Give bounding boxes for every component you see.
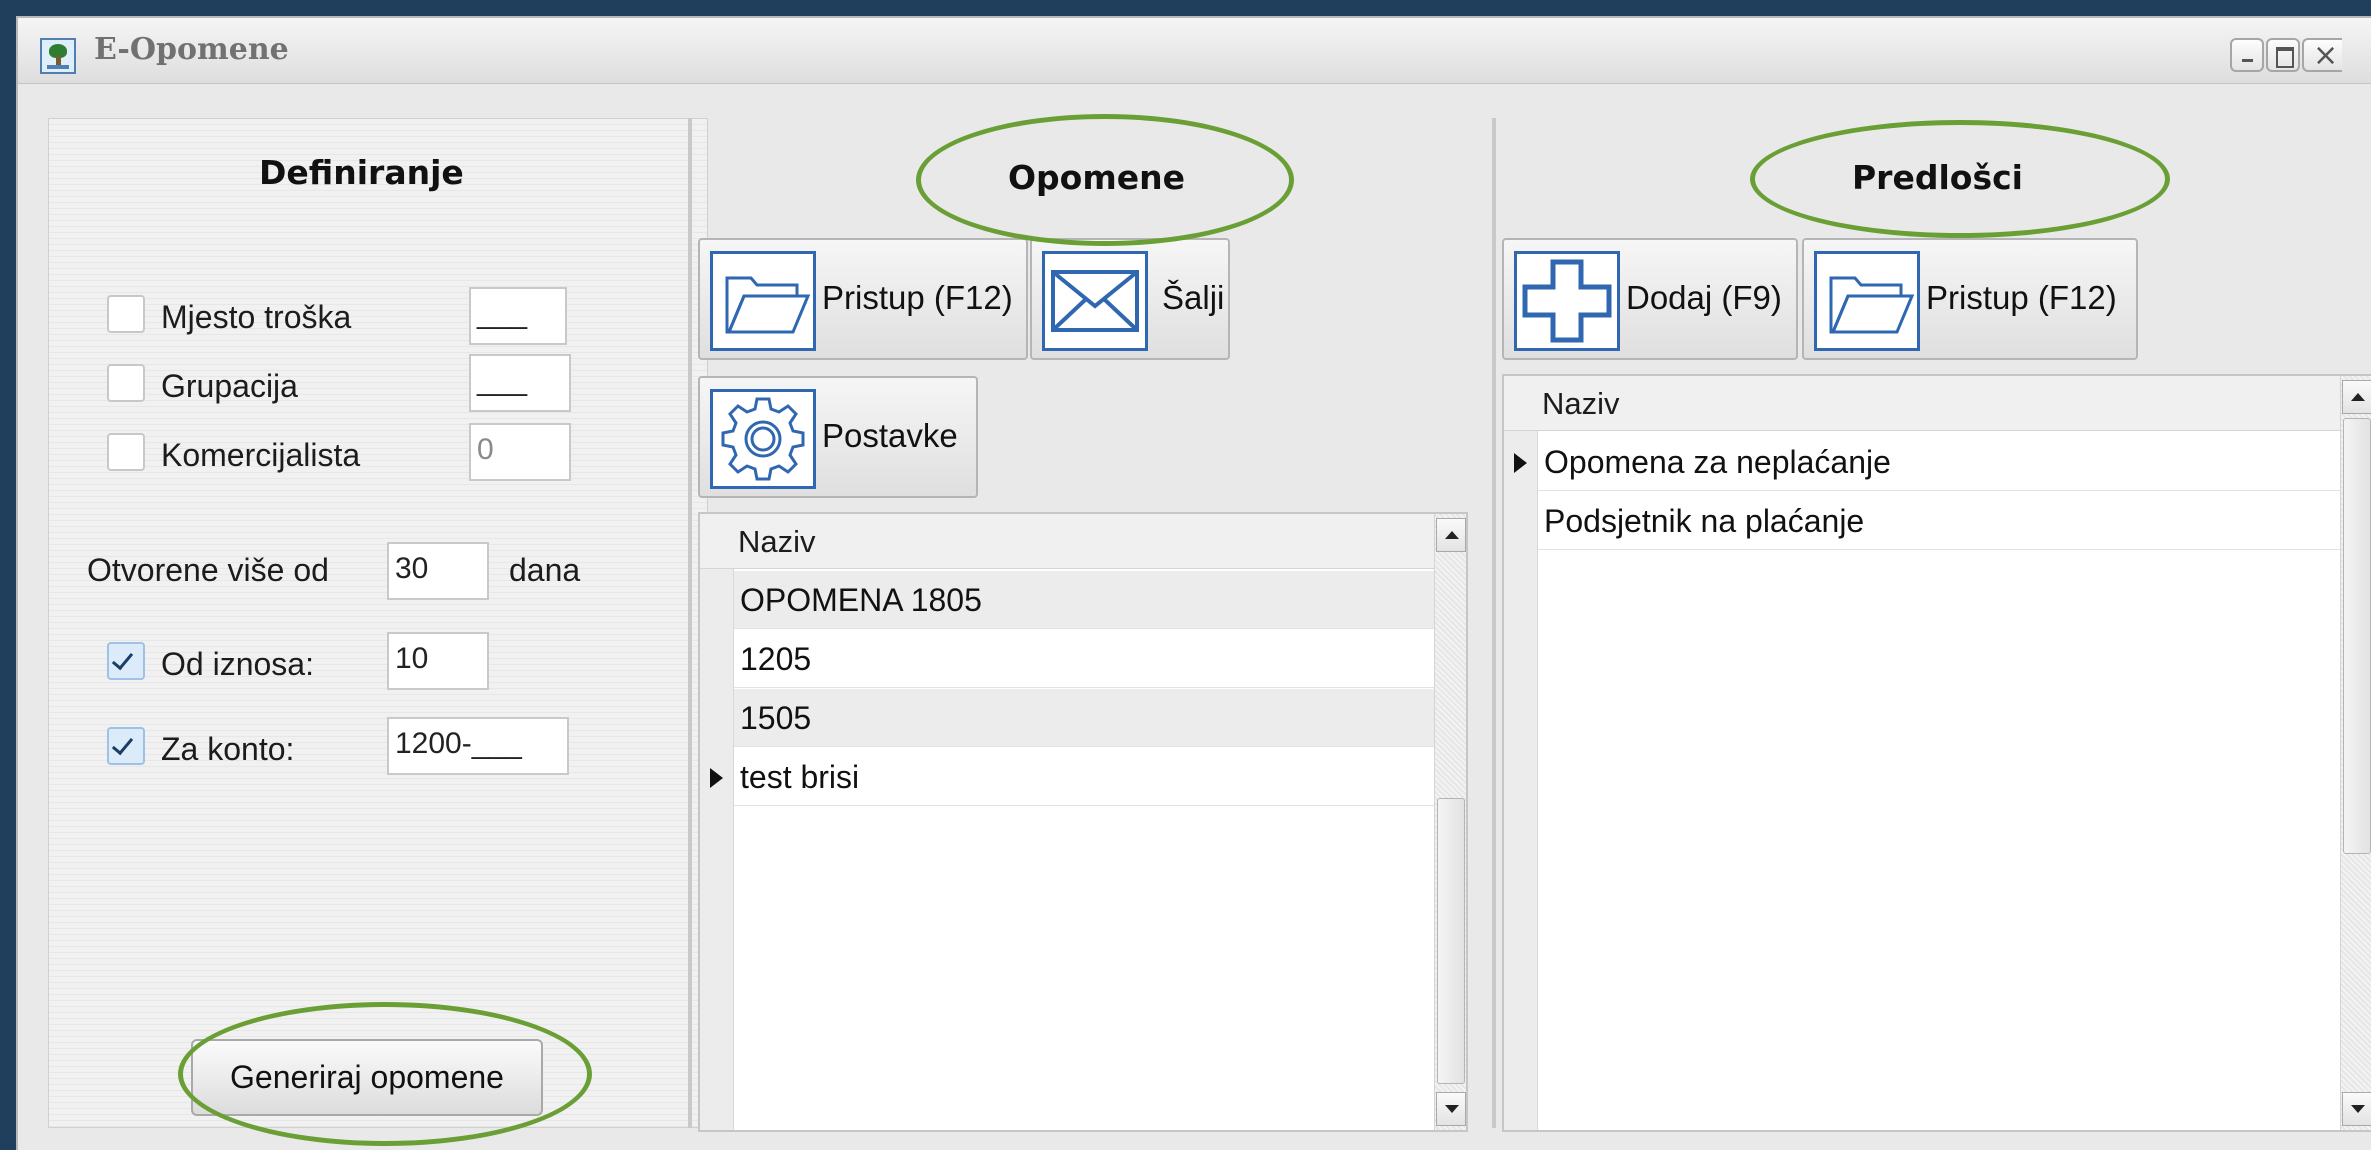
from-amount-label: Od iznosa: [161, 646, 314, 682]
opomene-access-button[interactable]: Pristup (F12) [698, 238, 1028, 360]
folder-icon [1814, 251, 1920, 351]
scroll-up-icon[interactable] [1436, 518, 1466, 552]
for-account-label: Za konto: [161, 731, 295, 767]
row-indicator-column [700, 569, 734, 1130]
from-amount-input[interactable]: 10 [387, 632, 489, 690]
predlosci-scrollbar[interactable] [2340, 376, 2371, 1130]
scroll-up-icon[interactable] [2342, 380, 2371, 414]
add-template-label: Dodaj (F9) [1626, 279, 1782, 316]
scroll-down-icon[interactable] [2342, 1092, 2371, 1126]
komercijalista-checkbox[interactable] [107, 433, 145, 471]
close-icon[interactable] [2302, 38, 2342, 73]
minimize-icon[interactable] [2230, 38, 2264, 72]
scroll-thumb[interactable] [2343, 418, 2371, 854]
grupacija-label: Grupacija [161, 368, 298, 404]
predlosci-grid[interactable]: Naziv Opomena za neplaćanje Podsjetnik n… [1502, 374, 2371, 1132]
table-row[interactable]: test brisi [734, 748, 1438, 806]
envelope-icon [1042, 251, 1148, 351]
definiranje-panel: Definiranje Mjesto troška ___ Grupacija … [48, 118, 708, 1128]
table-row[interactable]: Opomena za neplaćanje [1538, 433, 2344, 491]
generate-reminders-button[interactable]: Generiraj opomene [191, 1039, 543, 1116]
scroll-thumb[interactable] [1437, 798, 1465, 1084]
folder-icon [710, 251, 816, 351]
grupacija-input[interactable]: ___ [469, 354, 571, 412]
app-window: E-Opomene Definiranje Mjesto troška ___ … [16, 16, 2371, 1150]
grupacija-checkbox[interactable] [107, 364, 145, 402]
predlosci-grid-header[interactable]: Naziv [1504, 376, 2344, 431]
table-row[interactable]: Podsjetnik na plaćanje [1538, 492, 2344, 550]
predlosci-title: Predlošci [1852, 158, 2023, 197]
mjesto-troska-label: Mjesto troška [161, 299, 352, 335]
definiranje-title: Definiranje [259, 153, 464, 192]
send-button[interactable]: Šalji [1030, 238, 1230, 360]
opomene-access-label: Pristup (F12) [822, 279, 1013, 316]
opomene-scrollbar[interactable] [1434, 514, 1466, 1130]
plus-icon [1514, 251, 1620, 351]
row-indicator-column [1504, 431, 1538, 1130]
mjesto-troska-checkbox[interactable] [107, 295, 145, 333]
settings-label: Postavke [822, 417, 958, 454]
send-label: Šalji [1162, 279, 1225, 316]
panel-divider [688, 118, 692, 1128]
current-row-marker-icon [1514, 453, 1527, 473]
title-bar[interactable]: E-Opomene [18, 18, 2371, 84]
table-row[interactable]: OPOMENA 1805 [734, 571, 1438, 629]
for-account-input[interactable]: 1200-___ [387, 717, 569, 775]
templates-access-button[interactable]: Pristup (F12) [1802, 238, 2138, 360]
table-row[interactable]: 1505 [734, 689, 1438, 747]
current-row-marker-icon [710, 768, 723, 788]
days-unit-label: dana [509, 552, 581, 588]
table-row[interactable]: 1205 [734, 630, 1438, 688]
opomene-grid-header[interactable]: Naziv [700, 514, 1438, 569]
mjesto-troska-input[interactable]: ___ [469, 287, 567, 345]
open-more-than-label: Otvorene više od [87, 552, 329, 588]
komercijalista-label: Komercijalista [161, 437, 361, 473]
scroll-down-icon[interactable] [1436, 1092, 1466, 1126]
for-account-checkbox[interactable] [107, 727, 145, 765]
gear-icon [710, 389, 816, 489]
opomene-title: Opomene [1008, 158, 1185, 197]
open-days-input[interactable]: 30 [387, 542, 489, 600]
window-title: E-Opomene [94, 32, 289, 67]
panel-divider [1492, 118, 1496, 1128]
from-amount-checkbox[interactable] [107, 642, 145, 680]
komercijalista-input[interactable]: 0 [469, 423, 571, 481]
app-tree-icon [40, 38, 76, 74]
templates-access-label: Pristup (F12) [1926, 279, 2117, 316]
maximize-icon[interactable] [2266, 38, 2300, 72]
add-template-button[interactable]: Dodaj (F9) [1502, 238, 1798, 360]
opomene-grid[interactable]: Naziv OPOMENA 1805 1205 1505 test brisi [698, 512, 1468, 1132]
settings-button[interactable]: Postavke [698, 376, 978, 498]
